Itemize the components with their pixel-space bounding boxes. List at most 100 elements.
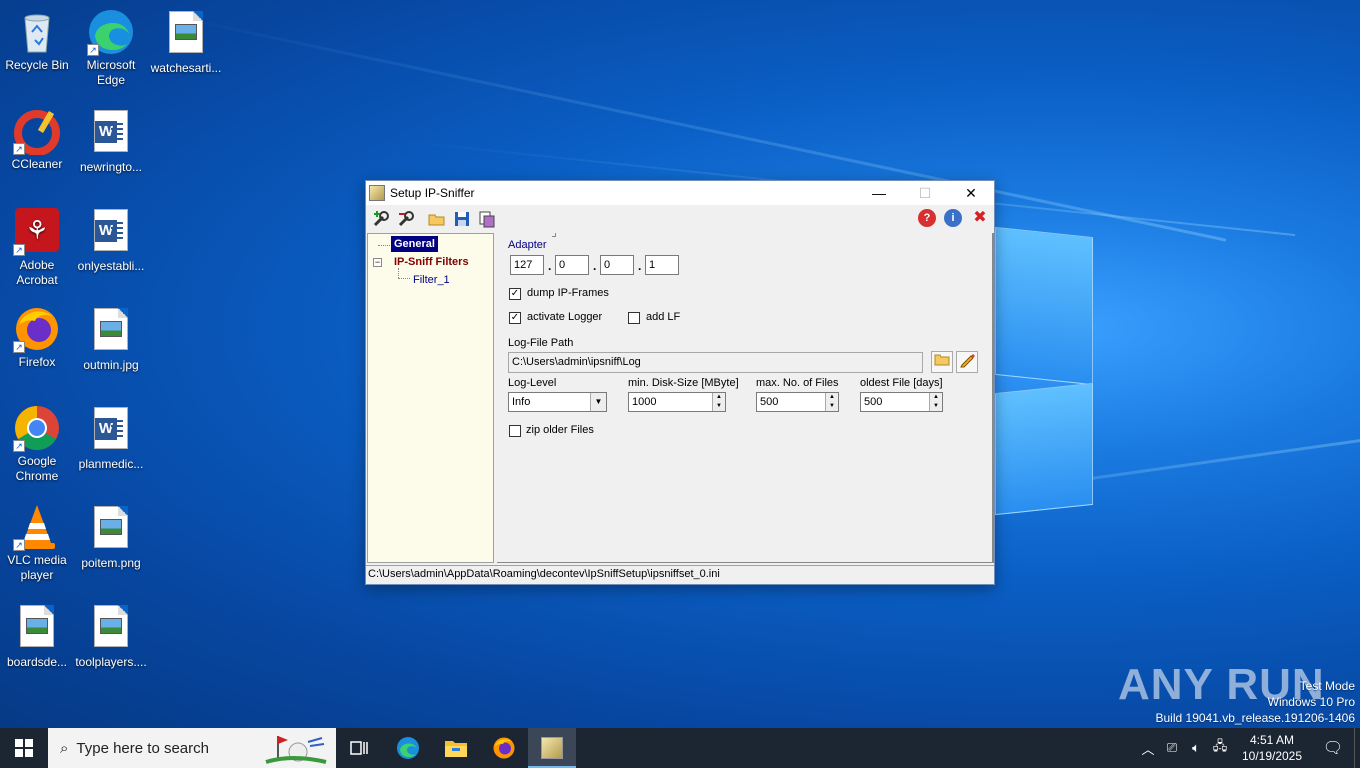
copy-settings-icon[interactable] — [477, 209, 497, 229]
min-disk-size-input[interactable]: 1000 ▲ ▼ — [628, 392, 726, 412]
max-files-label: max. No. of Files — [756, 377, 839, 389]
adapter-label: Adapter — [508, 239, 547, 251]
ip-octet-1-input[interactable]: 127 — [510, 255, 544, 275]
maximize-button[interactable]: ☐ — [902, 181, 948, 205]
taskbar-firefox-button[interactable] — [480, 728, 528, 768]
file-explorer-icon — [445, 741, 467, 757]
taskbar-edge-button[interactable] — [384, 728, 432, 768]
chrome-icon: ↗ — [13, 404, 61, 452]
desktop-icon-chrome[interactable]: ↗ Google Chrome — [0, 404, 74, 484]
desktop-icon-onlyestabli[interactable]: W onlyestabli... — [74, 206, 148, 274]
search-placeholder: Type here to search — [76, 739, 209, 757]
taskbar-file-explorer-button[interactable] — [432, 728, 480, 768]
desktop-icon-vlc[interactable]: ↗ VLC media player — [0, 503, 74, 583]
desktop-icon-edge[interactable]: ↗ Microsoft Edge — [74, 8, 148, 88]
oldest-file-input[interactable]: 500 ▲ ▼ — [860, 392, 943, 412]
network-icon[interactable]: 🖧︎ — [1208, 737, 1232, 759]
ip-octet-3-input[interactable]: 0 — [600, 255, 634, 275]
log-file-path-label: Log-File Path — [508, 337, 574, 349]
desktop-icon-firefox[interactable]: ↗ Firefox — [0, 305, 74, 370]
ip-octet-4-input[interactable]: 1 — [645, 255, 679, 275]
min-disk-size-spinner[interactable]: ▲ ▼ — [712, 393, 725, 411]
speaker-icon[interactable]: 🔈︎ — [1184, 740, 1208, 756]
start-button[interactable] — [0, 728, 48, 768]
shortcut-arrow-icon: ↗ — [13, 440, 25, 452]
exit-icon[interactable]: ✖ — [971, 209, 989, 227]
watermark-mode: Test Mode — [1299, 679, 1355, 693]
taskbar-search-box[interactable]: ⌕ Type here to search — [48, 728, 336, 768]
zip-older-files-checkbox[interactable] — [509, 425, 521, 437]
desktop-icon-label: poitem.png — [81, 556, 141, 570]
clock-time: 4:51 AM — [1249, 733, 1295, 747]
desktop-icon-adobe-acrobat[interactable]: ⚘ ↗ Adobe Acrobat — [0, 206, 74, 288]
tree-item-general[interactable]: General — [391, 236, 438, 252]
taskbar-ip-sniffer-button[interactable] — [528, 728, 576, 768]
tree-line — [378, 245, 390, 246]
activate-logger-checkbox[interactable]: ✓ — [509, 312, 521, 324]
desktop-icon-planmedic[interactable]: W planmedic... — [74, 404, 148, 472]
search-icon: ⌕ — [60, 739, 69, 757]
windows-logo-pane — [995, 226, 1093, 386]
desktop-icon-toolplayers[interactable]: toolplayers.... — [74, 602, 148, 670]
dump-ip-frames-label: dump IP-Frames — [527, 287, 609, 299]
browse-folder-button[interactable] — [931, 351, 953, 373]
image-file-icon — [87, 506, 135, 554]
max-files-input[interactable]: 500 ▲ ▼ — [756, 392, 839, 412]
max-files-spinner[interactable]: ▲ ▼ — [825, 393, 838, 411]
watermark-edition: Windows 10 Pro — [1267, 695, 1355, 709]
task-view-button[interactable] — [336, 728, 384, 768]
recycle-bin-icon — [13, 8, 61, 56]
oldest-file-spinner[interactable]: ▲ ▼ — [929, 393, 942, 411]
tree-item-filter-1[interactable]: Filter_1 — [413, 274, 450, 286]
min-disk-size-value: 1000 — [632, 396, 657, 408]
desktop-icon-boardsde[interactable]: boardsde... — [0, 602, 74, 670]
system-tray: ︿ ⎚ 🔈︎ 🖧︎ 4:51 AM 10/19/2025 🗨︎ — [1136, 728, 1360, 768]
edit-path-button[interactable] — [956, 351, 978, 373]
save-icon[interactable] — [452, 209, 472, 229]
add-lf-checkbox[interactable] — [628, 312, 640, 324]
desktop-icon-outmin[interactable]: outmin.jpg — [74, 305, 148, 373]
pencil-icon — [960, 354, 975, 368]
desktop-icon-watchesarti[interactable]: watchesarti... — [149, 8, 223, 76]
chevron-down-icon[interactable]: ▼ — [590, 393, 606, 411]
title-bar[interactable]: Setup IP-Sniffer — ☐ ✕ — [366, 181, 994, 205]
tree-item-ip-sniff-filters[interactable]: IP-Sniff Filters — [394, 256, 469, 268]
desktop-icon-label: VLC media player — [7, 553, 67, 582]
image-file-icon — [87, 308, 135, 356]
edge-icon — [397, 737, 419, 759]
max-files-value: 500 — [760, 396, 779, 408]
acrobat-icon: ⚘ ↗ — [13, 208, 61, 256]
close-button[interactable]: ✕ — [948, 181, 994, 205]
log-level-value: Info — [512, 396, 531, 408]
notification-icon[interactable]: 🗨︎ — [1312, 738, 1354, 758]
log-file-path-input[interactable]: C:\Users\admin\ipsniff\Log — [508, 352, 923, 373]
log-level-select[interactable]: Info ▼ — [508, 392, 607, 412]
chevron-up-icon[interactable]: ︿ — [1136, 739, 1160, 758]
add-tool-icon[interactable] — [371, 209, 391, 229]
open-folder-icon[interactable] — [427, 209, 447, 229]
clock[interactable]: 4:51 AM 10/19/2025 — [1232, 732, 1312, 764]
vlc-icon: ↗ — [13, 503, 61, 551]
log-level-label: Log-Level — [508, 377, 557, 389]
status-bar: C:\Users\admin\AppData\Roaming\decontev\… — [366, 565, 994, 584]
folder-icon — [934, 354, 950, 366]
dump-ip-frames-checkbox[interactable]: ✓ — [509, 288, 521, 300]
info-icon[interactable]: i — [944, 209, 962, 227]
show-desktop-button[interactable] — [1354, 728, 1360, 768]
test-mode-watermark: Test Mode Windows 10 Pro Build 19041.vb_… — [1156, 678, 1356, 726]
desktop-icon-poitem[interactable]: poitem.png — [74, 503, 148, 571]
search-highlight-golf-icon — [265, 736, 327, 764]
tree-collapse-toggle[interactable]: − — [373, 258, 382, 267]
ccleaner-icon: ↗ — [13, 107, 61, 156]
minimize-button[interactable]: — — [856, 181, 902, 205]
image-file-icon — [13, 605, 61, 653]
meet-now-icon[interactable]: ⎚ — [1160, 740, 1184, 756]
desktop-icon-ccleaner[interactable]: ↗ CCleaner — [0, 107, 74, 172]
help-icon[interactable]: ? — [918, 209, 936, 227]
desktop-icon-label: Firefox — [18, 355, 56, 369]
desktop-icon-recycle-bin[interactable]: Recycle Bin — [0, 8, 74, 73]
ip-sniffer-app-icon — [541, 737, 563, 759]
ip-octet-2-input[interactable]: 0 — [555, 255, 589, 275]
remove-tool-icon[interactable] — [396, 209, 416, 229]
desktop-icon-newringto[interactable]: W newringto... — [74, 107, 148, 175]
